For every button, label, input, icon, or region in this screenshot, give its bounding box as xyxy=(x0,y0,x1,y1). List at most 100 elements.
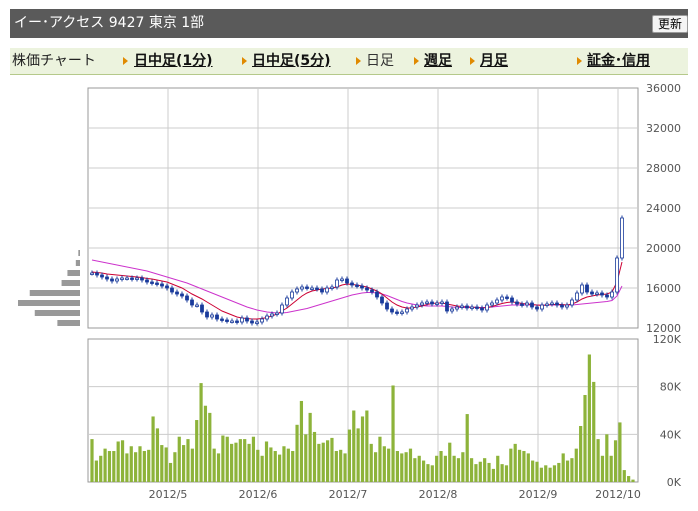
date-axis-labels: 2012/5 2012/6 2012/7 2012/8 2012/9 2012/10 xyxy=(149,488,641,501)
volume-bar xyxy=(478,461,482,482)
candle-body xyxy=(515,301,519,305)
volume-bar xyxy=(278,454,282,482)
candle-body xyxy=(210,314,214,318)
candle-body xyxy=(295,288,299,293)
nav-daily: 日足 xyxy=(366,53,394,69)
volume-bar xyxy=(90,439,94,482)
volume-bar xyxy=(195,420,199,482)
candle-body xyxy=(160,283,164,287)
volume-bar xyxy=(317,443,321,482)
volume-bar xyxy=(622,470,626,482)
price-panel-frame xyxy=(87,87,639,329)
candle-body xyxy=(375,291,379,298)
volume-bar xyxy=(544,465,548,482)
candle-body xyxy=(165,285,169,289)
volume-bar xyxy=(404,452,408,482)
volume-bar xyxy=(138,446,142,482)
candle-body xyxy=(565,304,569,308)
volume-bar xyxy=(304,434,308,482)
candle-body xyxy=(355,284,359,287)
price-tick-label: 32000 xyxy=(646,122,681,135)
volume-bar xyxy=(256,449,260,482)
candle-body xyxy=(275,312,279,315)
volume-bar xyxy=(238,439,242,482)
ma-short-line xyxy=(91,261,623,320)
candle-body xyxy=(530,302,534,308)
volume-bar xyxy=(443,455,447,482)
volume-bar xyxy=(426,464,430,482)
candle-body xyxy=(620,217,624,259)
candle-body xyxy=(585,284,589,293)
date-tick-label: 2012/6 xyxy=(239,488,278,501)
candle-body xyxy=(330,286,334,289)
page-title: イー･アクセス 9427 東京 1部 xyxy=(14,15,205,31)
volume-bar xyxy=(151,416,155,482)
volume-bar xyxy=(134,452,138,482)
volume-bar xyxy=(99,455,103,482)
nav-monthly[interactable]: 月足 xyxy=(480,52,508,70)
date-tick-label: 2012/9 xyxy=(519,488,558,501)
stock-chart: 36000 32000 28000 24000 20000 16000 12000 120K… xyxy=(18,82,682,501)
nav-intraday-1min[interactable]: 日中足(1分) xyxy=(134,52,213,70)
price-profile-bar xyxy=(57,320,80,326)
candle-body xyxy=(545,303,549,306)
volume-bar xyxy=(613,440,618,482)
volume-bar xyxy=(587,354,591,482)
volume-bar xyxy=(382,446,386,482)
nav-weekly[interactable]: 週足 xyxy=(424,52,452,70)
volume-bar xyxy=(408,448,413,482)
candle-body xyxy=(540,304,544,310)
volume-grid xyxy=(88,339,638,482)
volume-bar xyxy=(465,414,469,482)
arrow-right-icon xyxy=(470,57,475,65)
volume-bar xyxy=(592,381,596,482)
price-volume-profile xyxy=(18,250,81,326)
title-bar: イー･アクセス 9427 東京 1部 更新 xyxy=(10,9,688,38)
volume-bar xyxy=(203,405,208,482)
volume-bar xyxy=(199,383,203,482)
volume-bar xyxy=(321,442,325,482)
candle-body xyxy=(190,299,194,306)
volume-bar xyxy=(452,455,456,482)
volume-bar xyxy=(430,465,434,482)
volume-bar xyxy=(230,443,234,482)
candle-body xyxy=(130,277,134,280)
candle-body xyxy=(115,278,119,282)
candle-body xyxy=(285,297,289,306)
candle-body xyxy=(365,287,369,291)
candle-body xyxy=(360,285,364,289)
volume-bar xyxy=(469,458,474,482)
price-profile-bar xyxy=(75,260,80,266)
volume-bar xyxy=(190,448,194,482)
volume-bar xyxy=(325,440,330,482)
volume-bar xyxy=(456,458,461,482)
candle-body xyxy=(350,282,354,286)
volume-bar xyxy=(417,455,421,482)
candle-body xyxy=(535,306,539,310)
volume-bar xyxy=(251,436,256,482)
volume-bar xyxy=(539,467,543,482)
volume-bar xyxy=(487,462,491,482)
refresh-button[interactable]: 更新 xyxy=(652,15,688,33)
candle-body xyxy=(135,277,139,280)
nav-intraday-5min[interactable]: 日中足(5分) xyxy=(252,52,331,70)
date-tick-label: 2012/5 xyxy=(149,488,188,501)
volume-bar xyxy=(439,451,443,482)
nav-margin-credit[interactable]: 証金･信用 xyxy=(587,52,650,70)
candle-body xyxy=(495,299,499,304)
price-profile-bar xyxy=(29,290,81,296)
candle-body xyxy=(425,301,429,304)
volume-bar xyxy=(208,412,212,482)
candle-body xyxy=(105,276,109,280)
volume-bar xyxy=(535,461,539,482)
candle-body xyxy=(250,320,254,324)
volume-bar xyxy=(308,412,312,482)
volume-bar xyxy=(264,441,269,482)
candle-body xyxy=(450,308,454,312)
arrow-right-icon xyxy=(577,57,582,65)
volume-bar xyxy=(107,451,112,482)
arrow-right-icon xyxy=(356,57,361,65)
volume-bar xyxy=(173,452,177,482)
volume-bar xyxy=(164,447,168,482)
candle-body xyxy=(445,301,449,312)
